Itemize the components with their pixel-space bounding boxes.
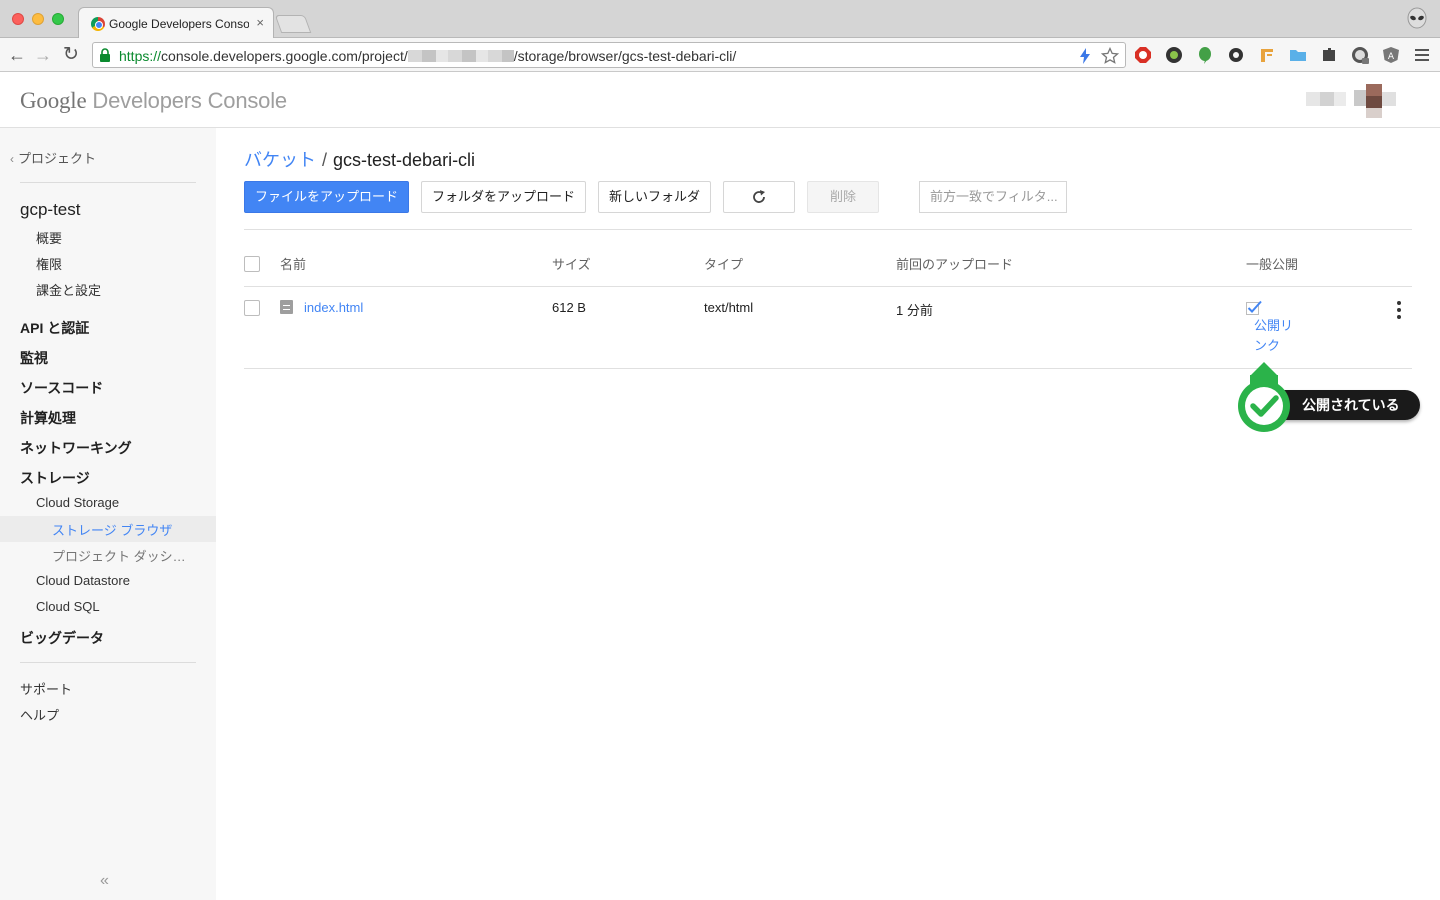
alien-profile-icon[interactable]	[1404, 6, 1430, 32]
sidebar-item-project-dashboard[interactable]: プロジェクト ダッシ…	[52, 546, 186, 565]
window-close-button[interactable]	[12, 13, 24, 25]
table-header-border	[244, 286, 1412, 287]
file-name-link[interactable]: index.html	[304, 300, 363, 315]
public-link[interactable]: 公開リ ンク	[1254, 316, 1294, 356]
evernote-extension-icon[interactable]	[1194, 44, 1216, 66]
app-header: Google Developers Console	[0, 72, 1440, 128]
sidebar-divider	[20, 182, 196, 183]
url-text: https://console.developers.google.com/pr…	[119, 48, 737, 64]
select-all-checkbox[interactable]	[244, 256, 260, 272]
developers-console-favicon-icon	[91, 17, 105, 31]
sidebar-section-monitoring[interactable]: 監視	[20, 348, 48, 368]
sidebar-item-permissions[interactable]: 権限	[36, 254, 62, 273]
browser-toolbar: ← → ↻ https://console.developers.google.…	[0, 38, 1440, 72]
folder-extension-icon[interactable]	[1287, 44, 1309, 66]
adblock-extension-icon[interactable]	[1132, 44, 1154, 66]
breadcrumb-current-bucket: gcs-test-debari-cli	[333, 150, 476, 170]
sidebar-section-storage[interactable]: ストレージ	[20, 468, 90, 488]
sidebar-item-storage-browser[interactable]: ストレージ ブラウザ	[52, 520, 172, 539]
angular-extension-icon[interactable]: A	[1380, 44, 1402, 66]
sidebar-item-help[interactable]: ヘルプ	[20, 705, 59, 724]
public-checkbox[interactable]	[1246, 299, 1264, 315]
file-type: text/html	[704, 300, 754, 315]
browser-tab[interactable]: Google Developers Console ×	[78, 7, 274, 38]
spy-extension-icon[interactable]	[1349, 44, 1371, 66]
sidebar-item-cloud-datastore[interactable]: Cloud Datastore	[36, 573, 130, 588]
column-header-size[interactable]: サイズ	[552, 254, 591, 273]
sidebar-item-cloud-storage[interactable]: Cloud Storage	[36, 495, 119, 510]
sidebar-collapse-icon[interactable]: «	[100, 872, 109, 890]
file-size: 612 B	[552, 300, 586, 315]
lightning-icon[interactable]	[1079, 48, 1091, 64]
back-arrow-icon[interactable]: ←	[6, 44, 28, 66]
gear-icon[interactable]	[1225, 44, 1247, 66]
bookmark-star-icon[interactable]	[1101, 47, 1119, 65]
sidebar-divider	[20, 662, 196, 663]
extension-toolbar: A	[1132, 44, 1433, 66]
breadcrumb-buckets-link[interactable]: バケット	[244, 150, 316, 170]
table-top-border	[244, 229, 1412, 230]
browser-tab-bar: Google Developers Console ×	[0, 0, 1440, 38]
column-header-name[interactable]: 名前	[280, 254, 306, 273]
user-avatar[interactable]	[1306, 84, 1402, 118]
refresh-icon	[753, 190, 765, 203]
sidebar-section-compute[interactable]: 計算処理	[20, 408, 76, 428]
window-minimize-button[interactable]	[32, 13, 44, 25]
column-header-last-upload[interactable]: 前回のアップロード	[896, 254, 1013, 273]
camera-extension-icon[interactable]	[1163, 44, 1185, 66]
upload-folder-button[interactable]: フォルダをアップロード	[421, 181, 586, 213]
reload-icon[interactable]: ↻	[60, 44, 82, 66]
sidebar-section-apis-auth[interactable]: API と認証	[20, 318, 89, 338]
lock-icon	[100, 48, 110, 62]
chrome-menu-icon[interactable]	[1411, 44, 1433, 66]
sidebar-section-source-code[interactable]: ソースコード	[20, 378, 103, 398]
upload-file-button[interactable]: ファイルをアップロード	[244, 181, 409, 213]
sidebar-item-support[interactable]: サポート	[20, 679, 72, 698]
delete-button[interactable]: 削除	[807, 181, 879, 213]
puzzle-extension-icon[interactable]	[1318, 44, 1340, 66]
sidebar-item-overview[interactable]: 概要	[36, 228, 62, 247]
developers-console-logo[interactable]: Google Developers Console	[20, 88, 287, 114]
sidebar-item-cloud-sql[interactable]: Cloud SQL	[36, 599, 100, 614]
refresh-button[interactable]	[723, 181, 795, 213]
column-header-type[interactable]: タイプ	[704, 254, 743, 273]
sidebar-section-networking[interactable]: ネットワーキング	[20, 438, 132, 458]
row-select-checkbox[interactable]	[244, 300, 260, 316]
window-zoom-button[interactable]	[52, 13, 64, 25]
bookmark-extension-icon[interactable]	[1256, 44, 1278, 66]
green-checkmark-icon	[1238, 362, 1290, 432]
svg-text:A: A	[1388, 52, 1395, 62]
sidebar-item-billing-settings[interactable]: 課金と設定	[36, 280, 101, 299]
breadcrumb: バケット / gcs-test-debari-cli	[244, 146, 475, 172]
breadcrumb-separator: /	[322, 150, 328, 170]
new-tab-button[interactable]	[274, 15, 312, 33]
chevron-left-icon: ‹	[10, 152, 14, 166]
sidebar-back-to-projects[interactable]: ‹ プロジェクト	[10, 148, 96, 167]
tab-title: Google Developers Console	[109, 17, 249, 31]
more-vert-icon[interactable]	[1394, 301, 1404, 319]
sidebar-section-big-data[interactable]: ビッグデータ	[20, 628, 104, 648]
new-folder-button[interactable]: 新しいフォルダ	[598, 181, 711, 213]
left-sidebar: ‹ プロジェクト gcp-test 概要 権限 課金と設定 API と認証 監視 …	[0, 128, 216, 900]
public-annotation: 公開されている	[1236, 360, 1426, 440]
sidebar-project-name: gcp-test	[20, 200, 81, 219]
column-header-public[interactable]: 一般公開	[1246, 254, 1298, 273]
file-last-upload: 1 分前	[896, 303, 933, 318]
forward-arrow-icon[interactable]: →	[32, 44, 54, 66]
prefix-filter-input[interactable]: 前方一致でフィルタ...	[919, 181, 1067, 213]
file-icon	[280, 300, 293, 314]
tab-close-icon[interactable]: ×	[256, 15, 264, 30]
address-bar[interactable]: https://console.developers.google.com/pr…	[92, 42, 1126, 68]
redacted-project-id	[407, 50, 514, 62]
